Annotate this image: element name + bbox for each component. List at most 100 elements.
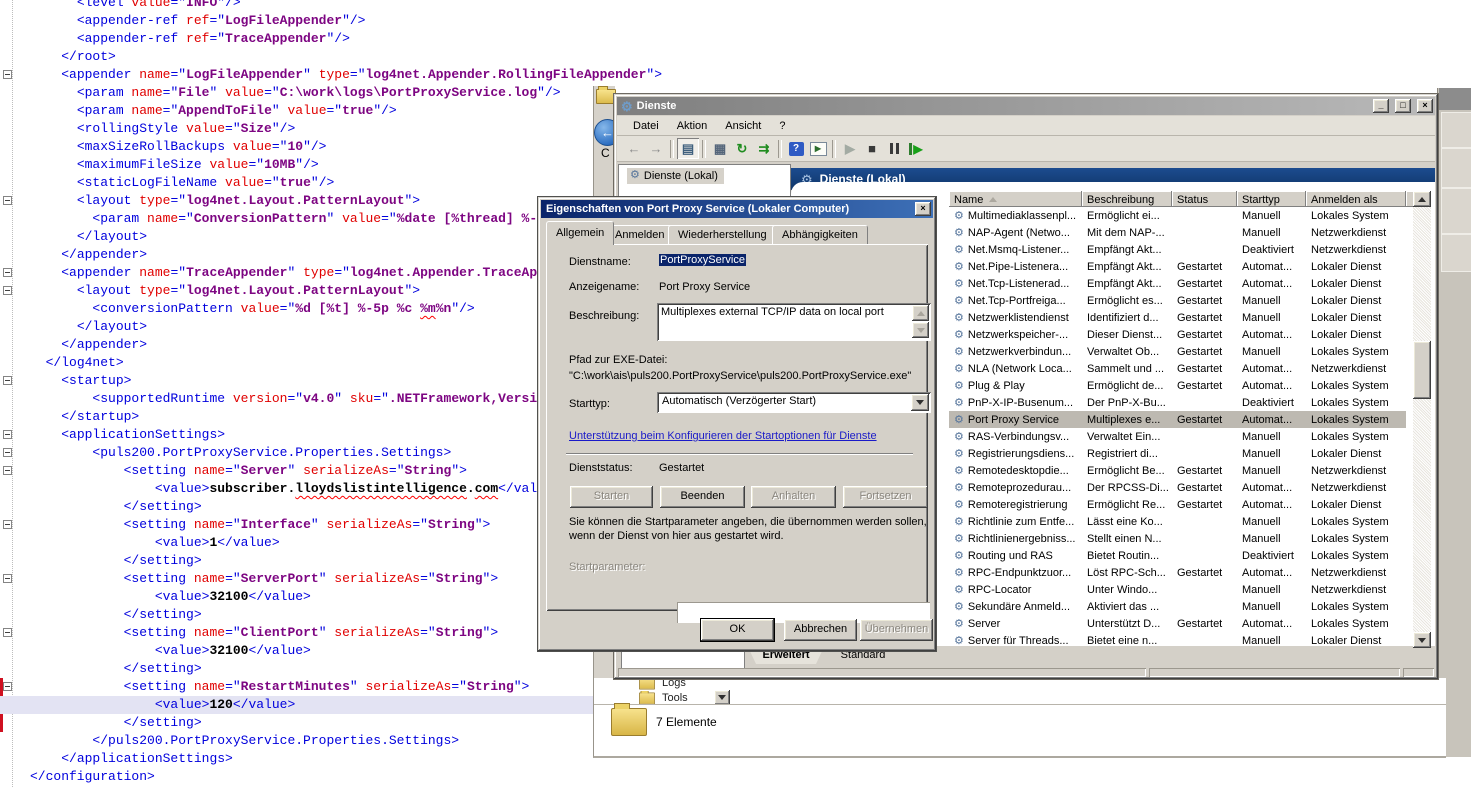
- dialog-titlebar[interactable]: Eigenschaften von Port Proxy Service (Lo…: [541, 200, 933, 218]
- table-cell: ⚙Netzwerklistendienst: [949, 311, 1082, 324]
- menu-aktion[interactable]: Aktion: [669, 118, 716, 134]
- table-cell: Automat...: [1237, 278, 1306, 290]
- tab-allgemein[interactable]: Allgemein: [546, 221, 614, 245]
- table-row[interactable]: ⚙ServerUnterstützt D...GestartetAutomat.…: [949, 615, 1406, 632]
- service-gear-icon: ⚙: [954, 634, 964, 646]
- table-row[interactable]: ⚙Plug & PlayErmöglicht de...GestartetAut…: [949, 377, 1406, 394]
- scroll-down-button[interactable]: [1413, 632, 1431, 648]
- services-window-titlebar[interactable]: ⚙ Dienste _ □ ×: [617, 97, 1435, 115]
- back-icon[interactable]: ←: [623, 138, 645, 159]
- service-gear-icon: ⚙: [954, 345, 964, 358]
- menu-datei[interactable]: Datei: [625, 118, 667, 134]
- table-cell: ⚙Richtlinienergebniss...: [949, 532, 1082, 545]
- window-play-icon[interactable]: ▶: [807, 138, 829, 159]
- table-row[interactable]: ⚙RPC-Endpunktzuor...Löst RPC-Sch...Gesta…: [949, 564, 1406, 581]
- table-row[interactable]: ⚙Net.Tcp-Listenerad...Empfängt Akt...Ges…: [949, 275, 1406, 292]
- stop-service-icon[interactable]: ■: [861, 138, 883, 159]
- scroll-up-button[interactable]: [1413, 191, 1431, 207]
- table-row[interactable]: ⚙Net.Tcp-Portfreiga...Ermöglicht es...Ge…: [949, 292, 1406, 309]
- table-cell: ⚙Plug & Play: [949, 379, 1082, 392]
- menu-ansicht[interactable]: Ansicht: [717, 118, 769, 134]
- explorer-path-label: C: [601, 146, 610, 160]
- table-row[interactable]: ⚙Richtlinie zum Entfe...Lässt eine Ko...…: [949, 513, 1406, 530]
- help-icon[interactable]: ?: [785, 138, 807, 159]
- startup-options-help-link[interactable]: Unterstützung beim Konfigurieren der Sta…: [569, 430, 877, 442]
- close-icon[interactable]: ×: [915, 202, 931, 216]
- cancel-button[interactable]: Abbrechen: [784, 619, 857, 641]
- minimize-button[interactable]: _: [1373, 99, 1389, 113]
- column-header-beschreibung[interactable]: Beschreibung: [1082, 191, 1172, 207]
- table-row[interactable]: ⚙Sekundäre Anmeld...Aktiviert das ...Man…: [949, 598, 1406, 615]
- table-row[interactable]: ⚙Richtlinienergebniss...Stellt einen N..…: [949, 530, 1406, 547]
- menu-hilfe[interactable]: ?: [771, 118, 793, 134]
- table-header: Name Beschreibung Status Starttyp Anmeld…: [949, 191, 1406, 207]
- table-row[interactable]: ⚙RAS-Verbindungsv...Verwaltet Ein...Manu…: [949, 428, 1406, 445]
- dropdown-button[interactable]: [714, 690, 730, 705]
- table-cell: Netzwerkdienst: [1306, 567, 1406, 579]
- table-row[interactable]: ⚙Registrierungsdiens...Registriert di...…: [949, 445, 1406, 462]
- list-scrollbar[interactable]: [1413, 191, 1431, 648]
- restart-service-icon[interactable]: ▶: [905, 138, 927, 159]
- table-row[interactable]: ⚙NetzwerklistendienstIdentifiziert d...G…: [949, 309, 1406, 326]
- refresh-icon[interactable]: ↻: [731, 138, 753, 159]
- pause-service-icon[interactable]: [883, 138, 905, 159]
- code-line: </root>: [0, 48, 638, 66]
- table-cell: Lokales System: [1306, 346, 1406, 358]
- forward-icon[interactable]: →: [645, 138, 667, 159]
- table-row[interactable]: ⚙Server für Threads...Bietet eine n...Ma…: [949, 632, 1406, 646]
- table-cell: Multiplexes e...: [1082, 414, 1172, 426]
- scroll-up-button[interactable]: [912, 305, 929, 321]
- table-row[interactable]: ⚙Net.Pipe-Listenera...Empfängt Akt...Ges…: [949, 258, 1406, 275]
- folder-tree-item[interactable]: Tools: [637, 691, 688, 705]
- table-cell: Bietet Routin...: [1082, 550, 1172, 562]
- start-service-icon[interactable]: ▶: [839, 138, 861, 159]
- start-params-label: Startparameter:: [569, 561, 645, 573]
- code-line: <appender-ref ref="TraceAppender"/>: [0, 30, 638, 48]
- column-header-starttyp[interactable]: Starttyp: [1237, 191, 1306, 207]
- table-row[interactable]: ⚙RPC-LocatorUnter Windo...ManuellNetzwer…: [949, 581, 1406, 598]
- table-row[interactable]: ⚙Netzwerkspeicher-...Dieser Dienst...Ges…: [949, 326, 1406, 343]
- table-row[interactable]: ⚙Net.Msmq-Listener...Empfängt Akt...Deak…: [949, 241, 1406, 258]
- table-row[interactable]: ⚙Remotedesktopdie...Ermöglicht Be...Gest…: [949, 462, 1406, 479]
- export-list-icon[interactable]: ⇉: [753, 138, 775, 159]
- tab-anmelden[interactable]: Anmelden: [605, 225, 675, 244]
- table-cell: Gestartet: [1172, 278, 1237, 290]
- ok-button[interactable]: OK: [701, 619, 774, 641]
- table-row[interactable]: ⚙Remoteprozedurau...Der RPCSS-Di...Gesta…: [949, 479, 1406, 496]
- table-cell: Gestartet: [1172, 261, 1237, 273]
- table-row[interactable]: ⚙Multimediaklassenpl...Ermöglicht ei...M…: [949, 207, 1406, 224]
- properties-icon[interactable]: ▦: [709, 138, 731, 159]
- table-cell: ⚙Netzwerkspeicher-...: [949, 328, 1082, 341]
- tab-wiederherstellung[interactable]: Wiederherstellung: [668, 225, 777, 244]
- apply-button: Übernehmen: [860, 619, 933, 641]
- table-row[interactable]: ⚙RemoteregistrierungErmöglicht Re...Gest…: [949, 496, 1406, 513]
- description-textbox[interactable]: Multiplexes external TCP/IP data on loca…: [657, 303, 931, 341]
- start-type-value: Automatisch (Verzögerter Start): [662, 395, 816, 407]
- service-gear-icon: ⚙: [954, 515, 964, 528]
- stop-button[interactable]: Beenden: [660, 486, 745, 508]
- service-gear-icon: ⚙: [954, 260, 964, 273]
- column-header-status[interactable]: Status: [1172, 191, 1237, 207]
- tree-item-dienste-lokal[interactable]: ⚙ Dienste (Lokal): [627, 168, 724, 184]
- start-type-combobox[interactable]: Automatisch (Verzögerter Start): [657, 392, 931, 413]
- table-row[interactable]: ⚙Port Proxy ServiceMultiplexes e...Gesta…: [949, 411, 1406, 428]
- scroll-down-button[interactable]: [912, 322, 929, 338]
- table-row[interactable]: ⚙Netzwerkverbindun...Verwaltet Ob...Gest…: [949, 343, 1406, 360]
- scrollbar-thumb[interactable]: [1413, 341, 1431, 399]
- column-header-name[interactable]: Name: [949, 191, 1082, 207]
- table-cell: Mit dem NAP-...: [1082, 227, 1172, 239]
- service-name-value[interactable]: PortProxyService: [659, 254, 746, 266]
- tab-abhaengigkeiten[interactable]: Abhängigkeiten: [772, 225, 868, 244]
- maximize-button[interactable]: □: [1395, 99, 1411, 113]
- chevron-down-icon[interactable]: [911, 394, 929, 411]
- service-gear-icon: ⚙: [954, 447, 964, 460]
- table-cell: ⚙Net.Msmq-Listener...: [949, 243, 1082, 256]
- close-button[interactable]: ×: [1417, 99, 1433, 113]
- table-row[interactable]: ⚙Routing und RASBietet Routin...Deaktivi…: [949, 547, 1406, 564]
- table-row[interactable]: ⚙PnP-X-IP-Busenum...Der PnP-X-Bu...Deakt…: [949, 394, 1406, 411]
- table-cell: Lokaler Dienst: [1306, 329, 1406, 341]
- column-header-anmelden-als[interactable]: Anmelden als: [1306, 191, 1406, 207]
- show-console-tree-icon[interactable]: ▤: [677, 138, 699, 159]
- table-row[interactable]: ⚙NAP-Agent (Netwo...Mit dem NAP-...Manue…: [949, 224, 1406, 241]
- table-row[interactable]: ⚙NLA (Network Loca...Sammelt und ...Gest…: [949, 360, 1406, 377]
